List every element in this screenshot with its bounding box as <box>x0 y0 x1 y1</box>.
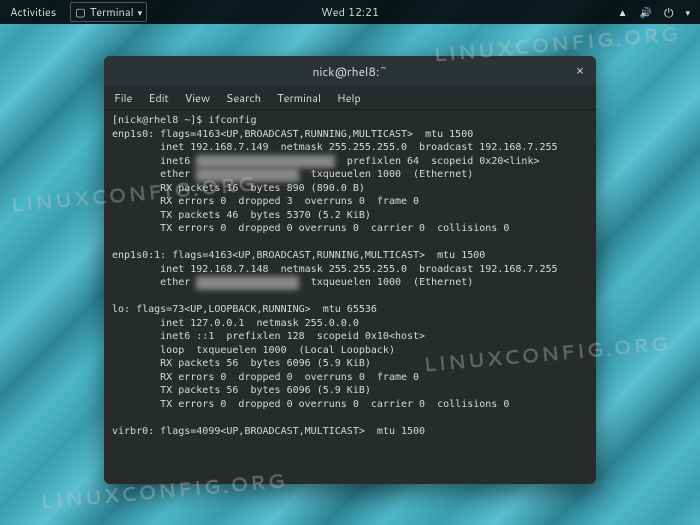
output-line: inet6 ::1 prefixlen 128 scopeid 0x10<hos… <box>112 331 425 342</box>
output-line: txqueuelen 1000 (Ethernet) <box>299 277 474 288</box>
terminal-window: nick@rhel8:~ × File Edit View Search Ter… <box>104 56 596 484</box>
redacted-mac: xx:xx:xx:xx:xx:xx <box>196 168 298 182</box>
output-line: enp1s0: flags=4163<UP,BROADCAST,RUNNING,… <box>112 129 473 140</box>
output-line: TX errors 0 dropped 0 overruns 0 carrier… <box>112 223 509 234</box>
output-line: lo: flags=73<UP,LOOPBACK,RUNNING> mtu 65… <box>112 304 377 315</box>
app-menu[interactable]: ▢ Terminal <box>70 2 147 22</box>
redacted-ipv6: xxxx::xxxx:xx:xxxx:xxxx <box>196 155 334 169</box>
output-line: txqueuelen 1000 (Ethernet) <box>299 169 474 180</box>
output-line: RX packets 56 bytes 6096 (5.9 KiB) <box>112 358 371 369</box>
prompt: [nick@rhel8 ~]$ <box>112 115 208 126</box>
output-line: inet 192.168.7.149 netmask 255.255.255.0… <box>112 142 558 153</box>
gnome-top-panel: Activities ▢ Terminal Wed 12:21 <box>0 0 700 24</box>
window-titlebar[interactable]: nick@rhel8:~ × <box>104 56 596 86</box>
app-menu-label: Terminal <box>90 4 134 20</box>
command: ifconfig <box>208 115 256 126</box>
output-line: virbr0: flags=4099<UP,BROADCAST,MULTICAS… <box>112 426 425 437</box>
chevron-down-icon <box>138 4 143 20</box>
output-line: TX packets 56 bytes 6096 (5.9 KiB) <box>112 385 371 396</box>
output-line: loop txqueuelen 1000 (Local Loopback) <box>112 345 395 356</box>
chevron-down-icon[interactable] <box>685 4 690 20</box>
menu-view[interactable]: View <box>185 90 210 106</box>
window-title: nick@rhel8:~ <box>312 63 387 80</box>
menu-file[interactable]: File <box>114 90 132 106</box>
redacted-mac: xx:xx:xx:xx:xx:xx <box>196 276 298 290</box>
terminal-output[interactable]: [nick@rhel8 ~]$ ifconfig enp1s0: flags=4… <box>104 110 596 442</box>
output-line: prefixlen 64 scopeid 0x20<link> <box>335 156 540 167</box>
output-line: inet 127.0.0.1 netmask 255.0.0.0 <box>112 318 359 329</box>
activities-button[interactable]: Activities <box>10 4 56 20</box>
network-icon[interactable] <box>618 4 628 20</box>
output-line: enp1s0:1: flags=4163<UP,BROADCAST,RUNNIN… <box>112 250 485 261</box>
output-line: RX packets 16 bytes 890 (890.0 B) <box>112 183 365 194</box>
close-button[interactable]: × <box>572 63 588 79</box>
output-line: ether <box>112 169 196 180</box>
menu-help[interactable]: Help <box>337 90 361 106</box>
output-line: TX errors 0 dropped 0 overruns 0 carrier… <box>112 399 509 410</box>
output-line: inet6 <box>112 156 196 167</box>
volume-icon[interactable] <box>640 4 652 20</box>
terminal-icon: ▢ <box>75 4 85 20</box>
power-icon[interactable] <box>664 4 674 21</box>
output-line: RX errors 0 dropped 0 overruns 0 frame 0 <box>112 372 419 383</box>
terminal-menubar: File Edit View Search Terminal Help <box>104 86 596 110</box>
output-line: RX errors 0 dropped 3 overruns 0 frame 0 <box>112 196 419 207</box>
menu-terminal[interactable]: Terminal <box>277 90 321 106</box>
output-line: ether <box>112 277 196 288</box>
clock[interactable]: Wed 12:21 <box>321 4 379 20</box>
output-line: TX packets 46 bytes 5370 (5.2 KiB) <box>112 210 371 221</box>
output-line: inet 192.168.7.148 netmask 255.255.255.0… <box>112 264 558 275</box>
menu-search[interactable]: Search <box>226 90 261 106</box>
menu-edit[interactable]: Edit <box>148 90 168 106</box>
